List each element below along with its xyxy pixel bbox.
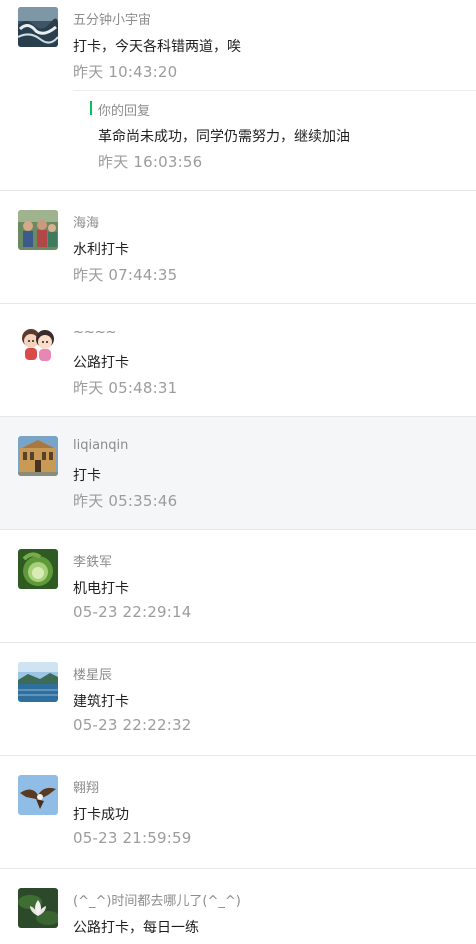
comment-item: liqianqin 打卡 昨天 05:35:46	[0, 417, 476, 530]
comment-nickname: ~~~~	[73, 325, 117, 340]
comment-time: 05-23 21:59:59	[73, 829, 192, 847]
comment-time: 昨天 10:43:20	[73, 63, 178, 81]
comment-nickname: 五分钟小宇宙	[73, 13, 152, 28]
comment-time: 05-23 22:29:14	[73, 603, 192, 621]
comment-text: 公路打卡，每日一练	[73, 920, 199, 936]
comment-text: 打卡成功	[73, 807, 129, 823]
building-avatar[interactable]	[18, 436, 58, 476]
comment-item: 海海 水利打卡 昨天 07:44:35	[0, 191, 476, 304]
comment-time: 昨天 05:48:31	[73, 379, 178, 397]
reply-time: 昨天 16:03:56	[98, 153, 203, 171]
lake-landscape-avatar[interactable]	[18, 662, 58, 702]
reply-accent-bar	[90, 101, 92, 115]
comment-item: 五分钟小宇宙 打卡，今天各科错两道，唉 昨天 10:43:20 你的回复 革命尚…	[0, 0, 476, 191]
comment-text: 水利打卡	[73, 242, 129, 258]
comment-text: 机电打卡	[73, 581, 129, 597]
comment-time: 昨天 07:44:35	[73, 266, 178, 284]
comment-text: 打卡，今天各科错两道，唉	[73, 39, 241, 55]
comment-item: 翱翔 打卡成功 05-23 21:59:59	[0, 756, 476, 869]
comment-item: ~~~~ 公路打卡 昨天 05:48:31	[0, 304, 476, 417]
comment-time: 05-23 22:22:32	[73, 716, 192, 734]
comment-nickname: (^_^)时间都去哪儿了(^_^)	[73, 894, 241, 909]
lotus-avatar[interactable]	[18, 888, 58, 928]
group-photo-avatar[interactable]	[18, 210, 58, 250]
comment-text: 公路打卡	[73, 355, 129, 371]
comment-nickname: 李鉄军	[73, 555, 113, 570]
cartoon-couple-avatar[interactable]	[18, 323, 58, 363]
eagle-avatar[interactable]	[18, 775, 58, 815]
sea-wave-avatar[interactable]	[18, 7, 58, 47]
comment-item: 李鉄军 机电打卡 05-23 22:29:14	[0, 530, 476, 643]
comment-text: 建筑打卡	[73, 694, 129, 710]
comment-nickname: 翱翔	[73, 781, 100, 796]
comment-time: 昨天 05:35:46	[73, 492, 178, 510]
reply-block: 你的回复 革命尚未成功，同学仍需努力，继续加油 昨天 16:03:56	[73, 90, 476, 177]
reply-label: 你的回复	[98, 104, 151, 119]
comment-nickname: liqianqin	[73, 438, 129, 453]
comment-item: 楼星辰 建筑打卡 05-23 22:22:32	[0, 643, 476, 756]
comment-list: 五分钟小宇宙 打卡，今天各科错两道，唉 昨天 10:43:20 你的回复 革命尚…	[0, 0, 476, 943]
cabbage-avatar[interactable]	[18, 549, 58, 589]
comment-item: (^_^)时间都去哪儿了(^_^) 公路打卡，每日一练	[0, 869, 476, 943]
comment-text: 打卡	[73, 468, 101, 484]
comment-nickname: 楼星辰	[73, 668, 113, 683]
comment-nickname: 海海	[73, 216, 100, 231]
reply-text: 革命尚未成功，同学仍需努力，继续加油	[98, 129, 350, 145]
